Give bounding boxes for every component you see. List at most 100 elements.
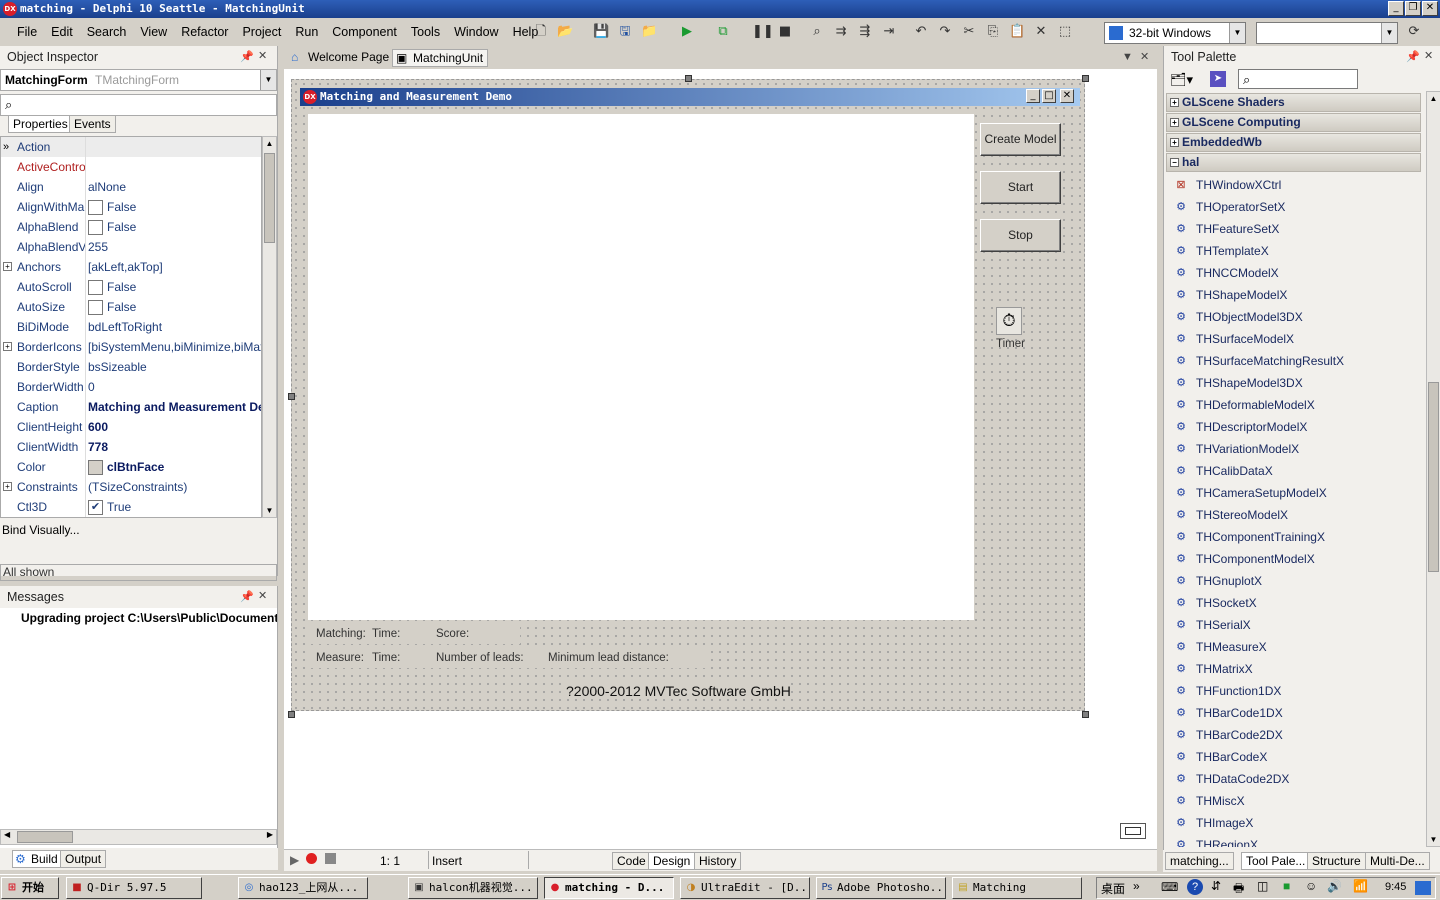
palette-tab[interactable]: Multi-De... bbox=[1365, 852, 1430, 870]
record-macro-icon[interactable] bbox=[306, 853, 317, 864]
status-field bbox=[528, 851, 603, 869]
tray-icon[interactable]: 🖶 bbox=[1233, 879, 1244, 900]
palette-item[interactable]: ⚙ THOperatorSetX bbox=[1172, 196, 1422, 218]
palette-item[interactable]: ⚙ THShapeModel3DX bbox=[1172, 372, 1422, 394]
keyboard-icon[interactable]: ⌨ bbox=[1161, 880, 1178, 894]
palette-item[interactable]: ⚙ THBarCode2DX bbox=[1172, 724, 1422, 746]
network-icon[interactable]: 📶 bbox=[1353, 879, 1368, 893]
palette-tab[interactable]: Tool Pale... bbox=[1241, 852, 1311, 870]
help-icon[interactable]: ? bbox=[1187, 879, 1203, 895]
tray-icon[interactable]: ■ bbox=[1283, 879, 1290, 893]
palette-item-label: THFunction1DX bbox=[1196, 684, 1282, 698]
palette-item[interactable]: ⚙ THStereoModelX bbox=[1172, 504, 1422, 526]
clock[interactable]: 9:45 bbox=[1385, 881, 1406, 893]
play-macro-icon[interactable]: ▶ bbox=[290, 853, 299, 867]
halcon-component-icon: ⚙ bbox=[1176, 641, 1186, 653]
palette-item[interactable]: ⚙ THSerialX bbox=[1172, 614, 1422, 636]
palette-item[interactable]: ⚙ THCameraSetupModelX bbox=[1172, 482, 1422, 504]
taskbar-button[interactable]: ▤ Matching bbox=[952, 877, 1082, 899]
palette-item[interactable]: ⚙ THComponentModelX bbox=[1172, 548, 1422, 570]
taskbar-button[interactable]: ◑ UltraEdit - [D... bbox=[680, 877, 810, 899]
taskbar-button-label: hao123_上网从... bbox=[259, 881, 359, 894]
palette-item[interactable]: ⚙ THGnuplotX bbox=[1172, 570, 1422, 592]
system-tray: 桌面 » ⌨ ? ⇵ 🖶 ◫ ■ ☺ 🔊 📶 9:45 bbox=[1096, 877, 1436, 899]
tab-output[interactable]: Output bbox=[60, 850, 107, 868]
palette-item-label: THFeatureSetX bbox=[1196, 222, 1280, 236]
palette-item[interactable]: ⚙ THDataCode2DX bbox=[1172, 768, 1422, 790]
stop-macro-icon[interactable] bbox=[325, 853, 336, 864]
palette-tab[interactable]: matching... bbox=[1165, 852, 1234, 870]
palette-item-label: THSerialX bbox=[1196, 618, 1251, 632]
halcon-component-icon: ⚙ bbox=[1176, 817, 1186, 829]
palette-item[interactable]: ⚙ THRegionX bbox=[1172, 834, 1422, 847]
taskbar-button-label: Adobe Photosho... bbox=[837, 881, 946, 894]
palette-item-label: THShapeModel3DX bbox=[1196, 376, 1303, 390]
tray-icon[interactable]: ◫ bbox=[1257, 879, 1268, 893]
halcon-component-icon: ⚙ bbox=[1176, 399, 1186, 411]
halcon-component-icon: ⚙ bbox=[1176, 443, 1186, 455]
palette-tab[interactable]: Structure bbox=[1307, 852, 1366, 870]
halcon-component-icon: ⚙ bbox=[1176, 377, 1186, 389]
show-desktop-icon[interactable] bbox=[1415, 881, 1431, 895]
taskbar-button[interactable]: ● matching - D... bbox=[544, 877, 674, 899]
halcon-component-icon: ⚙ bbox=[1176, 685, 1186, 697]
tab-design[interactable]: Design bbox=[648, 852, 696, 870]
palette-item[interactable]: ⚙ THTemplateX bbox=[1172, 240, 1422, 262]
palette-item[interactable]: ⚙ THBarCode1DX bbox=[1172, 702, 1422, 724]
taskbar-button[interactable]: ▣ halcon机器视觉... bbox=[408, 877, 538, 899]
halcon-component-icon: ⚙ bbox=[1176, 597, 1186, 609]
palette-item[interactable]: ⚙ THComponentTrainingX bbox=[1172, 526, 1422, 548]
palette-item-label: THSurfaceMatchingResultX bbox=[1196, 354, 1345, 368]
tray-icon[interactable]: ⇵ bbox=[1211, 879, 1221, 893]
desktop-label[interactable]: 桌面 bbox=[1101, 880, 1125, 897]
palette-item[interactable]: ⚙ THSurfaceMatchingResultX bbox=[1172, 350, 1422, 372]
start-button[interactable]: ⊞ 开始 bbox=[1, 877, 59, 899]
palette-item-label: THComponentModelX bbox=[1196, 552, 1315, 566]
palette-item[interactable]: ⚙ THNCCModelX bbox=[1172, 262, 1422, 284]
taskbar-button[interactable]: ■ Q-Dir 5.97.5 bbox=[66, 877, 202, 899]
palette-item[interactable]: ⚙ THVariationModelX bbox=[1172, 438, 1422, 460]
palette-item-label: THBarCode2DX bbox=[1196, 728, 1283, 742]
tab-build[interactable]: ⚙ Build bbox=[12, 850, 63, 868]
app-icon: ◎ bbox=[244, 882, 254, 893]
palette-item[interactable]: ⚙ THFeatureSetX bbox=[1172, 218, 1422, 240]
palette-item[interactable]: ⚙ THDeformableModelX bbox=[1172, 394, 1422, 416]
palette-item[interactable]: ⚙ THMeasureX bbox=[1172, 636, 1422, 658]
taskbar-button[interactable]: Ps Adobe Photosho... bbox=[816, 877, 946, 899]
palette-item-label: THMeasureX bbox=[1196, 640, 1267, 654]
palette-item-label: THRegionX bbox=[1196, 838, 1259, 847]
app-icon: ● bbox=[550, 882, 560, 893]
palette-item[interactable]: ⚙ THBarCodeX bbox=[1172, 746, 1422, 768]
taskbar-button-label: UltraEdit - [D... bbox=[701, 881, 810, 894]
palette-item[interactable]: ⚙ THMatrixX bbox=[1172, 658, 1422, 680]
halcon-component-icon: ⚙ bbox=[1176, 509, 1186, 521]
palette-item[interactable]: ⚙ THShapeModelX bbox=[1172, 284, 1422, 306]
halcon-component-icon: ⚙ bbox=[1176, 751, 1186, 763]
app-icon: ◑ bbox=[686, 882, 696, 893]
tab-build-label: Build bbox=[31, 852, 58, 866]
palette-item[interactable]: ⚙ THDescriptorModelX bbox=[1172, 416, 1422, 438]
tab-code[interactable]: Code bbox=[612, 852, 651, 870]
tab-history[interactable]: History bbox=[694, 852, 742, 870]
palette-item[interactable]: ⚙ THImageX bbox=[1172, 812, 1422, 834]
taskbar-button[interactable]: ◎ hao123_上网从... bbox=[238, 877, 368, 899]
palette-item[interactable]: ⚙ THCalibDataX bbox=[1172, 460, 1422, 482]
window-control-icon: ⊠ bbox=[1176, 179, 1186, 191]
volume-icon[interactable]: 🔊 bbox=[1327, 879, 1342, 893]
palette-item[interactable]: ⚙ THSurfaceModelX bbox=[1172, 328, 1422, 350]
palette-item[interactable]: ⚙ THObjectModel3DX bbox=[1172, 306, 1422, 328]
tray-icon[interactable]: ☺ bbox=[1305, 879, 1317, 893]
halcon-component-icon: ⚙ bbox=[1176, 773, 1186, 785]
editor-status-bar: ▶ 1: 1 Insert Code Design History bbox=[284, 849, 1157, 871]
palette-item-label: THDescriptorModelX bbox=[1196, 420, 1308, 434]
palette-item[interactable]: ⚙ THFunction1DX bbox=[1172, 680, 1422, 702]
chevron-right-icon[interactable]: » bbox=[1133, 879, 1140, 893]
palette-item[interactable]: ⚙ THMiscX bbox=[1172, 790, 1422, 812]
palette-item[interactable]: ⚙ THSocketX bbox=[1172, 592, 1422, 614]
taskbar-button-label: Matching bbox=[973, 881, 1026, 894]
halcon-component-icon: ⚙ bbox=[1176, 553, 1186, 565]
palette-item-label: THMatrixX bbox=[1196, 662, 1253, 676]
palette-item-label: THBarCodeX bbox=[1196, 750, 1268, 764]
insert-mode: Insert bbox=[428, 851, 528, 869]
palette-item[interactable]: ⊠ THWindowXCtrl bbox=[1172, 174, 1422, 196]
